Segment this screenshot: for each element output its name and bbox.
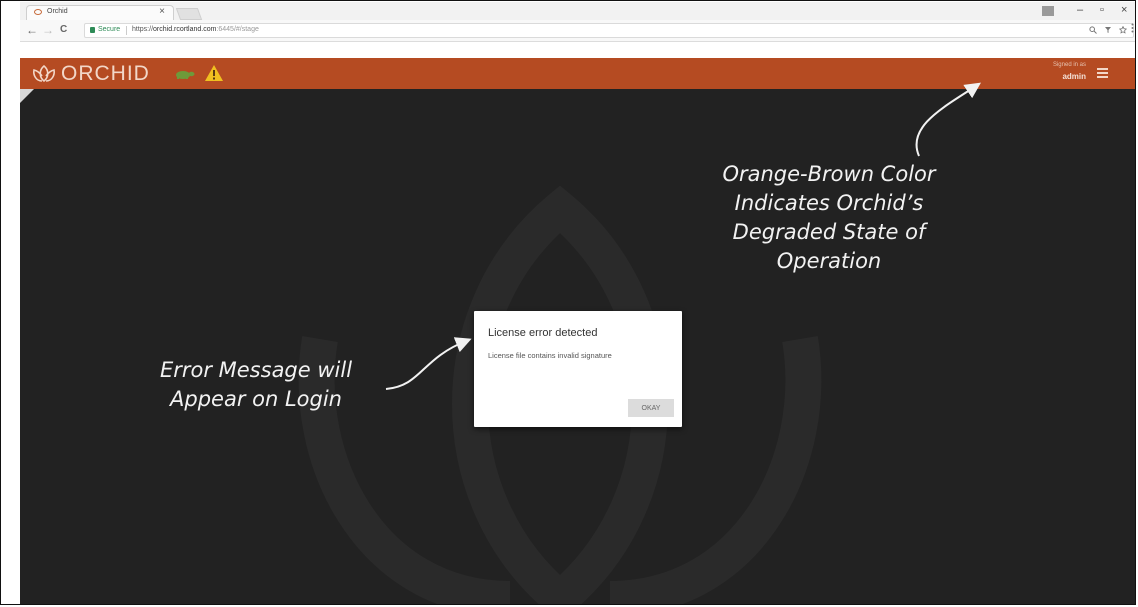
lock-icon	[90, 27, 95, 33]
annotation-line: Degraded State of	[732, 220, 926, 244]
url-text: https://orchid.rcortland.com:6445/#/stag…	[132, 26, 259, 33]
new-tab-button[interactable]	[175, 8, 203, 20]
zoom-icon[interactable]	[1088, 26, 1097, 34]
username-label[interactable]: admin	[1062, 72, 1086, 81]
url-host: orchid.rcortland.com	[153, 26, 217, 33]
warning-icon[interactable]	[204, 64, 224, 82]
orchid-logo-icon	[33, 64, 55, 83]
restore-button[interactable]: ▫	[1100, 4, 1104, 16]
browser-menu-icon[interactable]	[1131, 23, 1134, 33]
hamburger-menu-icon[interactable]	[1097, 68, 1108, 78]
profile-icon[interactable]	[1042, 6, 1054, 16]
okay-button[interactable]: OKAY	[628, 399, 674, 417]
annotation-line: Indicates Orchid’s	[734, 191, 924, 215]
address-bar[interactable]: Secure https://orchid.rcortland.com:6445…	[84, 23, 1134, 38]
dialog-title: License error detected	[488, 327, 598, 339]
annotation-header-color: Orange-Brown Color Indicates Orchid’s De…	[664, 160, 994, 276]
orchid-favicon-icon	[34, 9, 42, 15]
annotation-line: Operation	[776, 249, 882, 273]
filter-icon[interactable]	[1104, 26, 1112, 34]
tab-title: Orchid	[47, 8, 68, 15]
screenshot-frame: Orchid × – ▫ × ← → C Secure https://orch…	[0, 0, 1136, 605]
annotation-line: Orange-Brown Color	[722, 162, 936, 186]
dialog-message: License file contains invalid signature	[488, 351, 612, 360]
signed-in-label: Signed in as	[1052, 62, 1086, 68]
close-window-button[interactable]: ×	[1121, 4, 1127, 16]
app-header-bar: ORCHID Signed in as admin	[20, 58, 1135, 89]
forward-button[interactable]: →	[42, 23, 54, 37]
sidebar-toggle-tab[interactable]	[20, 89, 34, 103]
reload-button[interactable]: C	[60, 24, 67, 35]
minimize-button[interactable]: –	[1077, 4, 1083, 16]
divider	[126, 26, 127, 35]
omnibox-icons[interactable]	[1088, 25, 1128, 34]
bookmark-star-icon[interactable]	[1118, 25, 1128, 34]
browser-tab[interactable]: Orchid ×	[26, 5, 174, 20]
url-scheme: https://	[132, 26, 154, 33]
app-name: ORCHID	[61, 62, 150, 85]
annotation-error-message: Error Message will Appear on Login	[121, 356, 391, 414]
license-error-dialog: License error detected License file cont…	[474, 311, 682, 427]
turtle-icon[interactable]	[173, 69, 195, 79]
url-path: :6445/#/stage	[216, 26, 259, 33]
back-button[interactable]: ←	[26, 23, 38, 37]
browser-tab-strip: Orchid × – ▫ ×	[20, 2, 1135, 20]
browser-toolbar: ← → C Secure https://orchid.rcortland.co…	[20, 20, 1135, 42]
secure-label: Secure	[98, 26, 121, 33]
tab-close-icon[interactable]: ×	[159, 6, 165, 17]
annotation-line: Error Message will	[159, 358, 353, 382]
annotation-line: Appear on Login	[170, 387, 342, 411]
